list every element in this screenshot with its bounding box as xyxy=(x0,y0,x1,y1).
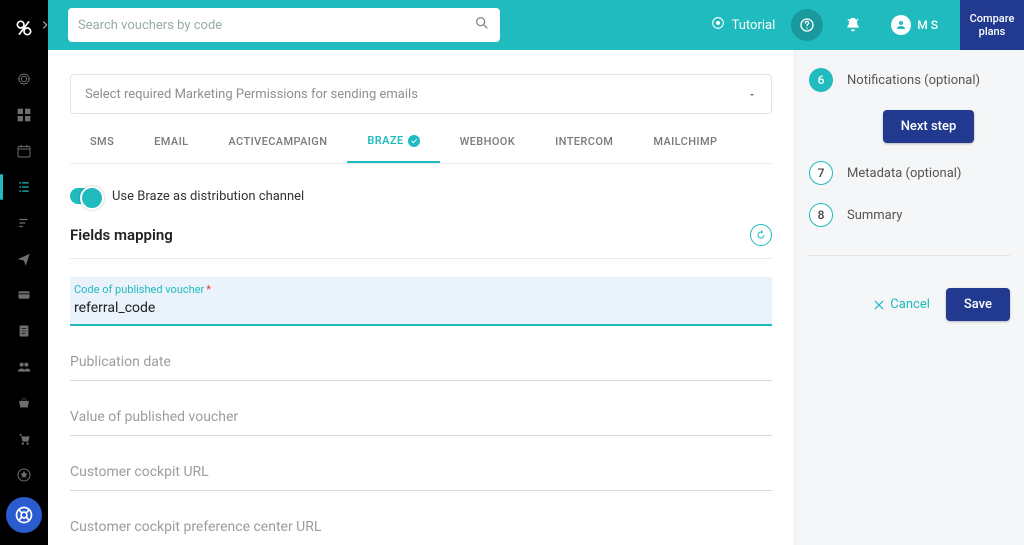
help-button[interactable] xyxy=(791,9,823,41)
search-input[interactable] xyxy=(78,18,474,33)
nav-calendar[interactable] xyxy=(8,140,40,162)
check-icon xyxy=(408,135,420,147)
step-summary[interactable]: 8 Summary xyxy=(809,203,1010,227)
logo[interactable] xyxy=(6,10,42,46)
tab-sms[interactable]: SMS xyxy=(70,121,134,162)
nav-card[interactable] xyxy=(8,284,40,306)
voucher-code-input[interactable] xyxy=(74,296,768,318)
field-voucher-code[interactable]: Code of published voucher* xyxy=(70,277,772,326)
user-avatar-icon xyxy=(891,15,911,35)
voucher-value-placeholder: Value of published voucher xyxy=(70,405,772,429)
channel-tabs: SMS EMAIL ACTIVECAMPAIGN BRAZE WEBHOOK I… xyxy=(70,120,772,164)
step-7-label: Metadata (optional) xyxy=(847,166,961,181)
nav-doc[interactable] xyxy=(8,320,40,342)
nav-star[interactable] xyxy=(8,464,40,486)
step-7-number: 7 xyxy=(809,161,833,185)
target-icon xyxy=(710,15,726,35)
permissions-placeholder: Select required Marketing Permissions fo… xyxy=(85,87,418,102)
permissions-select[interactable]: Select required Marketing Permissions fo… xyxy=(70,74,772,114)
app-root: Tutorial M S Compare plans Select requir… xyxy=(0,0,1024,545)
nav-cart[interactable] xyxy=(8,428,40,450)
support-button[interactable] xyxy=(6,497,42,533)
fields-mapping-header: Fields mapping xyxy=(70,224,772,259)
cockpit-pref-url-placeholder: Customer cockpit preference center URL xyxy=(70,515,772,539)
step-6-number: 6 xyxy=(809,68,833,92)
toggle-row: Use Braze as distribution channel xyxy=(70,188,772,204)
section-title: Fields mapping xyxy=(70,226,173,244)
nav-settings[interactable] xyxy=(8,68,40,90)
tab-braze-label: BRAZE xyxy=(367,134,403,147)
sidebar-actions: Cancel Save xyxy=(809,288,1010,321)
field-cockpit-url[interactable]: Customer cockpit URL xyxy=(70,454,772,491)
toggle-label: Use Braze as distribution channel xyxy=(112,189,304,204)
content-area: Select required Marketing Permissions fo… xyxy=(48,50,794,545)
publication-date-placeholder: Publication date xyxy=(70,350,772,374)
nav-sort[interactable] xyxy=(8,212,40,234)
rail-nav xyxy=(8,68,40,486)
body: Select required Marketing Permissions fo… xyxy=(48,50,1024,545)
step-6-label: Notifications (optional) xyxy=(847,73,980,88)
notifications-button[interactable] xyxy=(837,9,869,41)
braze-toggle[interactable] xyxy=(70,188,102,204)
tab-activecampaign[interactable]: ACTIVECAMPAIGN xyxy=(208,121,347,162)
search-icon xyxy=(474,15,490,35)
save-button[interactable]: Save xyxy=(946,288,1010,321)
tab-mailchimp[interactable]: MAILCHIMP xyxy=(633,121,737,162)
left-rail xyxy=(0,0,48,545)
tab-webhook[interactable]: WEBHOOK xyxy=(440,121,536,162)
tab-braze[interactable]: BRAZE xyxy=(347,120,439,163)
step-8-number: 8 xyxy=(809,203,833,227)
divider xyxy=(809,255,1010,256)
field-voucher-code-label: Code of published voucher* xyxy=(74,283,768,296)
step-notifications[interactable]: 6 Notifications (optional) xyxy=(809,68,1010,92)
cancel-button[interactable]: Cancel xyxy=(872,297,930,312)
search-box[interactable] xyxy=(68,8,500,42)
cockpit-url-placeholder: Customer cockpit URL xyxy=(70,460,772,484)
compare-plans-button[interactable]: Compare plans xyxy=(960,0,1024,50)
nav-basket[interactable] xyxy=(8,392,40,414)
user-menu[interactable]: M S xyxy=(883,15,946,35)
chevron-down-icon xyxy=(747,87,757,102)
nav-list-active[interactable] xyxy=(8,176,40,198)
nav-dashboard[interactable] xyxy=(8,104,40,126)
tab-email[interactable]: EMAIL xyxy=(134,121,208,162)
field-publication-date[interactable]: Publication date xyxy=(70,344,772,381)
next-step-button[interactable]: Next step xyxy=(883,110,975,143)
tab-intercom[interactable]: INTERCOM xyxy=(535,121,633,162)
step-metadata[interactable]: 7 Metadata (optional) xyxy=(809,161,1010,185)
main-column: Tutorial M S Compare plans Select requir… xyxy=(48,0,1024,545)
nav-users[interactable] xyxy=(8,356,40,378)
restore-button[interactable] xyxy=(750,224,772,246)
top-header: Tutorial M S Compare plans xyxy=(48,0,1024,50)
field-cockpit-pref-url[interactable]: Customer cockpit preference center URL xyxy=(70,509,772,545)
chevron-right-icon[interactable] xyxy=(40,18,50,34)
tutorial-label: Tutorial xyxy=(732,18,776,33)
step-8-label: Summary xyxy=(847,208,902,223)
steps-sidebar: 6 Notifications (optional) Next step 7 M… xyxy=(794,50,1024,545)
nav-send[interactable] xyxy=(8,248,40,270)
user-initials: M S xyxy=(917,18,938,32)
field-voucher-value[interactable]: Value of published voucher xyxy=(70,399,772,436)
tutorial-button[interactable]: Tutorial xyxy=(708,11,778,39)
